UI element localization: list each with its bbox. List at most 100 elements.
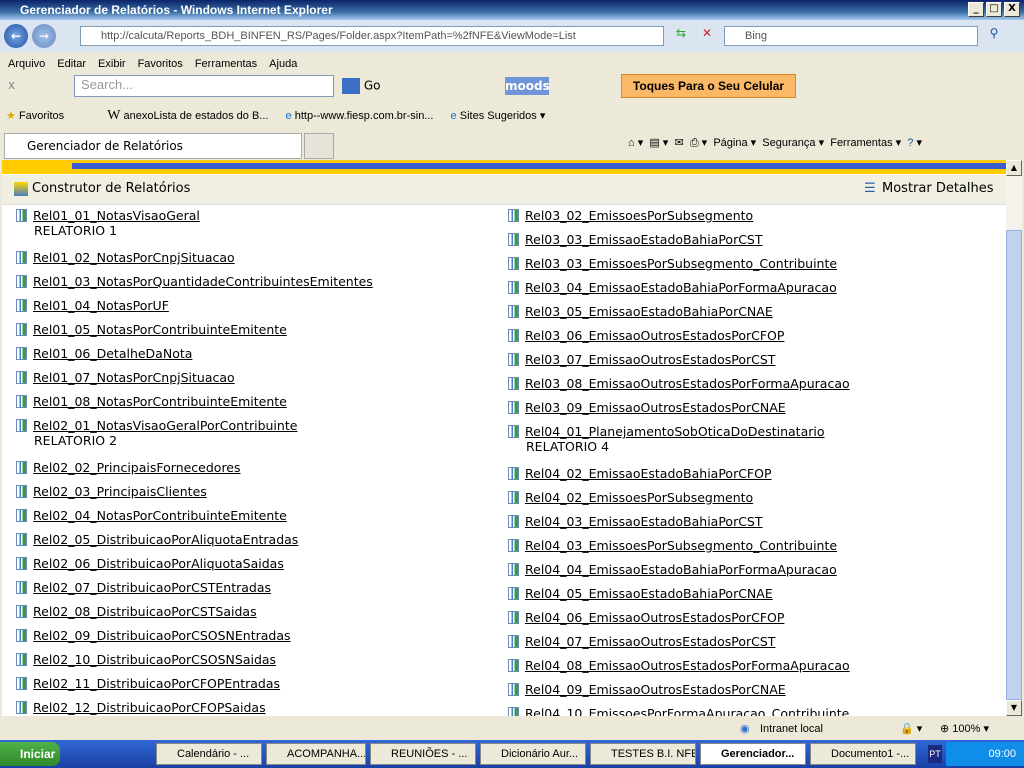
report-link[interactable]: Rel02_03_PrincipaisClientes bbox=[33, 484, 207, 499]
report-link[interactable]: Rel02_04_NotasPorContribuinteEmitente bbox=[33, 508, 287, 523]
menu-arquivo[interactable]: Arquivo bbox=[8, 58, 45, 70]
zoom-level[interactable]: ⊕ 100% ▾ bbox=[940, 718, 989, 740]
moods-button[interactable]: moods bbox=[505, 77, 550, 95]
report-link[interactable]: Rel04_10_EmissoesPorFormaApuracao_Contri… bbox=[525, 706, 849, 716]
fav-link-3[interactable]: Sites Sugeridos bbox=[460, 110, 537, 122]
new-tab-button[interactable] bbox=[304, 133, 334, 159]
report-link[interactable]: Rel02_11_DistribuicaoPorCFOPEntradas bbox=[33, 676, 280, 691]
close-toolbar-icon[interactable]: x bbox=[8, 78, 15, 92]
tab-gerenciador[interactable]: Gerenciador de Relatórios bbox=[4, 133, 302, 159]
start-button[interactable]: Iniciar bbox=[0, 742, 60, 766]
go-button[interactable]: Go bbox=[342, 78, 380, 94]
report-link[interactable]: Rel02_07_DistribuicaoPorCSTEntradas bbox=[33, 580, 271, 595]
report-link[interactable]: Rel04_02_EmissaoEstadoBahiaPorCFOP bbox=[525, 466, 772, 481]
report-link[interactable]: Rel02_05_DistribuicaoPorAliquotaEntradas bbox=[33, 532, 298, 547]
report-link[interactable]: Rel03_04_EmissaoEstadoBahiaPorFormaApura… bbox=[525, 280, 837, 295]
protected-mode-icon[interactable]: 🔒 ▾ bbox=[900, 718, 922, 740]
menu-exibir[interactable]: Exibir bbox=[98, 58, 126, 70]
menu-editar[interactable]: Editar bbox=[57, 58, 86, 70]
taskbar-item[interactable]: Gerenciador... bbox=[700, 743, 806, 765]
menu-ferramentas-cmd[interactable]: Ferramentas bbox=[830, 137, 892, 149]
show-details-link[interactable]: Mostrar Detalhes bbox=[882, 175, 994, 203]
report-link[interactable]: Rel02_08_DistribuicaoPorCSTSaidas bbox=[33, 604, 257, 619]
menu-ferramentas[interactable]: Ferramentas bbox=[195, 58, 257, 70]
home-icon[interactable]: ⌂ ▾ bbox=[628, 137, 643, 149]
report-item: Rel04_03_EmissaoEstadoBahiaPorCST bbox=[508, 514, 763, 529]
report-link[interactable]: Rel03_09_EmissaoOutrosEstadosPorCNAE bbox=[525, 400, 786, 415]
report-link[interactable]: Rel03_06_EmissaoOutrosEstadosPorCFOP bbox=[525, 328, 784, 343]
report-link[interactable]: Rel03_03_EmissoesPorSubsegmento_Contribu… bbox=[525, 256, 837, 271]
report-link[interactable]: Rel04_07_EmissaoOutrosEstadosPorCST bbox=[525, 634, 775, 649]
scroll-down-button[interactable]: ▼ bbox=[1006, 700, 1022, 716]
minimize-button[interactable]: _ bbox=[968, 2, 984, 17]
report-link[interactable]: Rel04_04_EmissaoEstadoBahiaPorFormaApura… bbox=[525, 562, 837, 577]
fav-link-2[interactable]: http--www.fiesp.com.br-sin... bbox=[295, 110, 434, 122]
vertical-scrollbar[interactable]: ▲ ▼ bbox=[1006, 160, 1022, 716]
taskbar-item[interactable]: REUNIÕES - ... bbox=[370, 743, 476, 765]
menu-favoritos[interactable]: Favoritos bbox=[138, 58, 183, 70]
scroll-thumb[interactable] bbox=[1006, 230, 1022, 700]
zone-label: Intranet local bbox=[760, 723, 823, 735]
status-bar: ◉ Intranet local 🔒 ▾ ⊕ 100% ▾ bbox=[0, 718, 1024, 740]
report-link[interactable]: Rel02_12_DistribuicaoPorCFOPSaidas bbox=[33, 700, 266, 715]
fav-link-1[interactable]: anexoLista de estados do B... bbox=[124, 110, 269, 122]
address-input[interactable]: http://calcuta/Reports_BDH_BINFEN_RS/Pag… bbox=[80, 26, 664, 46]
report-link[interactable]: Rel01_05_NotasPorContribuinteEmitente bbox=[33, 322, 287, 337]
forward-button[interactable]: → bbox=[32, 24, 56, 48]
report-link[interactable]: Rel03_08_EmissaoOutrosEstadosPorFormaApu… bbox=[525, 376, 850, 391]
report-link[interactable]: Rel01_02_NotasPorCnpjSituacao bbox=[33, 250, 235, 265]
back-button[interactable]: ← bbox=[4, 24, 28, 48]
refresh-icon[interactable]: ⇆ bbox=[670, 26, 692, 46]
taskbar-item[interactable]: Documento1 -... bbox=[810, 743, 916, 765]
report-link[interactable]: Rel02_09_DistribuicaoPorCSOSNEntradas bbox=[33, 628, 291, 643]
maximize-button[interactable]: □ bbox=[986, 2, 1002, 17]
report-link[interactable]: Rel01_06_DetalheDaNota bbox=[33, 346, 192, 361]
report-link[interactable]: Rel04_03_EmissaoEstadoBahiaPorCST bbox=[525, 514, 763, 529]
feeds-icon[interactable]: ▤ ▾ bbox=[649, 137, 668, 149]
report-link[interactable]: Rel03_03_EmissaoEstadoBahiaPorCST bbox=[525, 232, 763, 247]
report-link[interactable]: Rel02_01_NotasVisaoGeralPorContribuinte bbox=[33, 418, 297, 433]
menu-pagina[interactable]: Página bbox=[713, 137, 747, 149]
report-link[interactable]: Rel03_05_EmissaoEstadoBahiaPorCNAE bbox=[525, 304, 773, 319]
report-link[interactable]: Rel04_08_EmissaoOutrosEstadosPorFormaApu… bbox=[525, 658, 850, 673]
menu-seguranca[interactable]: Segurança bbox=[762, 137, 815, 149]
report-link[interactable]: Rel04_09_EmissaoOutrosEstadosPorCNAE bbox=[525, 682, 786, 697]
toolbar-search-input[interactable]: Search... bbox=[74, 75, 334, 97]
menu-ajuda[interactable]: Ajuda bbox=[269, 58, 297, 70]
report-link[interactable]: Rel01_03_NotasPorQuantidadeContribuintes… bbox=[33, 274, 373, 289]
search-input[interactable]: Bing bbox=[724, 26, 978, 46]
report-link[interactable]: Rel01_01_NotasVisaoGeral bbox=[33, 208, 200, 223]
report-link[interactable]: Rel02_02_PrincipaisFornecedores bbox=[33, 460, 241, 475]
report-link[interactable]: Rel04_02_EmissoesPorSubsegmento bbox=[525, 490, 753, 505]
taskbar-item[interactable]: ACOMPANHA... bbox=[266, 743, 366, 765]
favorites-button[interactable]: Favoritos bbox=[19, 110, 64, 122]
report-icon bbox=[508, 353, 519, 366]
toques-button[interactable]: Toques Para o Seu Celular bbox=[621, 74, 796, 98]
taskbar-item[interactable]: Calendário - ... bbox=[156, 743, 262, 765]
report-link[interactable]: Rel01_08_NotasPorContribuinteEmitente bbox=[33, 394, 287, 409]
report-link[interactable]: Rel04_01_PlanejamentoSobOticaDoDestinata… bbox=[525, 424, 825, 439]
search-icon[interactable]: ⚲ bbox=[983, 26, 1005, 46]
report-link[interactable]: Rel01_07_NotasPorCnpjSituacao bbox=[33, 370, 235, 385]
report-link[interactable]: Rel04_03_EmissoesPorSubsegmento_Contribu… bbox=[525, 538, 837, 553]
scroll-up-button[interactable]: ▲ bbox=[1006, 160, 1022, 176]
report-link[interactable]: Rel02_06_DistribuicaoPorAliquotaSaidas bbox=[33, 556, 284, 571]
report-builder-link[interactable]: Construtor de Relatórios bbox=[32, 175, 190, 203]
close-button[interactable]: X bbox=[1004, 2, 1020, 17]
stop-icon[interactable]: ✕ bbox=[697, 26, 717, 46]
report-link[interactable]: Rel03_02_EmissoesPorSubsegmento bbox=[525, 208, 753, 223]
help-icon[interactable]: ? bbox=[907, 137, 913, 149]
page-toolbar: Construtor de Relatórios ☰ Mostrar Detal… bbox=[2, 175, 1006, 205]
print-icon[interactable]: ⎙ ▾ bbox=[690, 137, 707, 149]
report-link[interactable]: Rel01_04_NotasPorUF bbox=[33, 298, 169, 313]
language-indicator[interactable]: PT bbox=[928, 745, 942, 763]
taskbar-item[interactable]: Dicionário Aur... bbox=[480, 743, 586, 765]
report-link[interactable]: Rel03_07_EmissaoOutrosEstadosPorCST bbox=[525, 352, 775, 367]
taskbar-item[interactable]: TESTES B.I. NFE bbox=[590, 743, 696, 765]
report-link[interactable]: Rel02_10_DistribuicaoPorCSOSNSaidas bbox=[33, 652, 276, 667]
mail-icon[interactable]: ✉ bbox=[674, 137, 683, 149]
report-icon bbox=[508, 377, 519, 390]
report-link[interactable]: Rel04_06_EmissaoOutrosEstadosPorCFOP bbox=[525, 610, 784, 625]
report-item: Rel03_05_EmissaoEstadoBahiaPorCNAE bbox=[508, 304, 773, 319]
report-link[interactable]: Rel04_05_EmissaoEstadoBahiaPorCNAE bbox=[525, 586, 773, 601]
